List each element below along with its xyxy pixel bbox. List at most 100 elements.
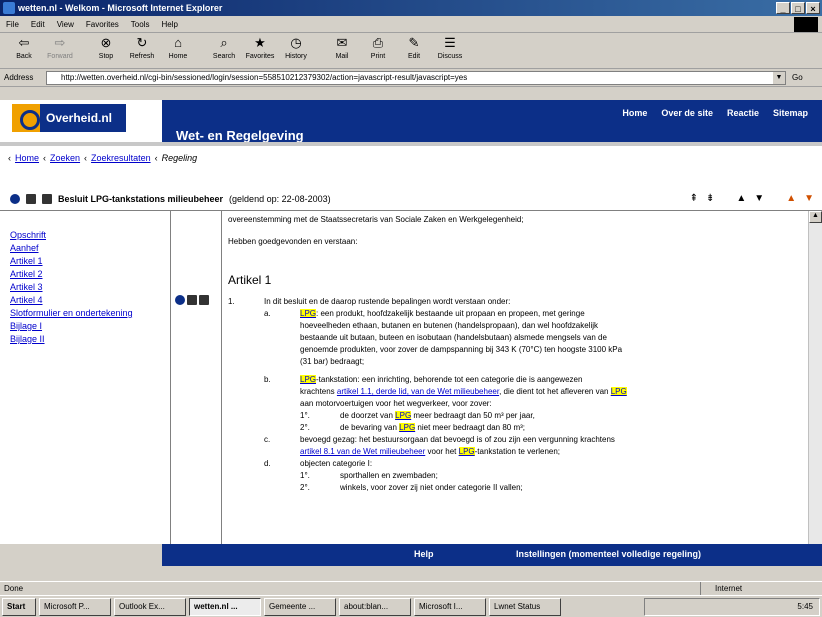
menu-favorites[interactable]: Favorites bbox=[86, 20, 119, 29]
breadcrumb-zoeken[interactable]: Zoeken bbox=[50, 153, 80, 163]
system-tray: 5:45 bbox=[644, 598, 820, 616]
toc-artikel-4[interactable]: Artikel 4 bbox=[10, 295, 160, 305]
toolbar-label: Discuss bbox=[437, 53, 463, 60]
lpg-link[interactable]: LPG bbox=[300, 375, 317, 384]
menu-edit[interactable]: Edit bbox=[31, 20, 45, 29]
taskbar-item[interactable]: about:blan... bbox=[339, 597, 411, 616]
back-button[interactable]: ⇦ Back bbox=[6, 33, 42, 67]
taskbar-item[interactable]: Microsoft P... bbox=[39, 597, 111, 616]
footer-bar: Help Instellingen (momenteel volledige r… bbox=[0, 544, 822, 566]
next-hit-icon[interactable]: ▼ bbox=[804, 193, 814, 204]
toolbar-label: Stop bbox=[98, 53, 114, 60]
stop-button[interactable]: ⊗ Stop bbox=[88, 33, 124, 67]
menu-help[interactable]: Help bbox=[161, 20, 177, 29]
page-content: Overheid.nl Home Over de site Reactie Si… bbox=[0, 88, 822, 581]
first-icon[interactable]: ⇞ bbox=[690, 193, 698, 204]
address-dropdown-icon[interactable]: ▼ bbox=[773, 72, 785, 84]
refresh-button[interactable]: ↻ Refresh bbox=[124, 33, 160, 67]
next-icon[interactable]: ▼ bbox=[754, 193, 764, 204]
favorites-icon: ★ bbox=[254, 35, 266, 50]
wet-milieubeheer-link[interactable]: artikel 1.1, derde lid, van de Wet milie… bbox=[337, 387, 499, 396]
ie-logo-icon bbox=[3, 2, 15, 14]
toolbar-label: Edit bbox=[407, 53, 421, 60]
toolbar-label: Forward bbox=[47, 53, 73, 60]
breadcrumb: ‹ Home ‹ Zoeken ‹ Zoekresultaten ‹ Regel… bbox=[8, 153, 198, 163]
taskbar-item[interactable]: Outlook Ex... bbox=[114, 597, 186, 616]
maximize-button[interactable]: □ bbox=[791, 2, 805, 14]
topnav-home[interactable]: Home bbox=[622, 108, 647, 118]
toolbar-label: Print bbox=[370, 53, 386, 60]
start-button[interactable]: Start bbox=[2, 597, 36, 616]
taskbar-item[interactable]: Gemeente ... bbox=[264, 597, 336, 616]
window-title: wetten.nl - Welkom - Microsoft Internet … bbox=[18, 3, 223, 13]
print-icon: ⎙ bbox=[372, 35, 384, 50]
article-info-icon[interactable] bbox=[175, 295, 185, 305]
lpg-link[interactable]: LPG bbox=[458, 447, 475, 456]
article-print-icon[interactable] bbox=[187, 295, 197, 305]
para-text: In dit besluit en de daarop rustende bep… bbox=[264, 297, 511, 306]
article-save-icon[interactable] bbox=[199, 295, 209, 305]
minimize-button[interactable]: _ bbox=[776, 2, 790, 14]
lpg-link[interactable]: LPG bbox=[300, 309, 317, 318]
taskbar-item[interactable]: wetten.nl ... bbox=[189, 597, 261, 616]
lpg-link[interactable]: LPG bbox=[610, 387, 627, 396]
toc-slotformulier[interactable]: Slotformulier en ondertekening bbox=[10, 308, 160, 318]
save-icon[interactable] bbox=[42, 194, 52, 204]
toc-bijlage-2[interactable]: Bijlage II bbox=[10, 334, 160, 344]
topnav-over-de-site[interactable]: Over de site bbox=[661, 108, 713, 118]
taskbar-item[interactable]: Lwnet Status bbox=[489, 597, 561, 616]
print-icon[interactable] bbox=[26, 194, 36, 204]
menu-view[interactable]: View bbox=[57, 20, 74, 29]
toc-artikel-2[interactable]: Artikel 2 bbox=[10, 269, 160, 279]
toc-bijlage-1[interactable]: Bijlage I bbox=[10, 321, 160, 331]
article-icons bbox=[175, 295, 209, 305]
stop-icon: ⊗ bbox=[100, 35, 112, 50]
close-button[interactable]: × bbox=[806, 2, 820, 14]
title-bar: wetten.nl - Welkom - Microsoft Internet … bbox=[0, 0, 822, 16]
site-logo[interactable]: Overheid.nl bbox=[12, 104, 126, 132]
toc-opschrift[interactable]: Opschrift bbox=[10, 230, 160, 240]
topnav-reactie[interactable]: Reactie bbox=[727, 108, 759, 118]
refresh-icon: ↻ bbox=[136, 35, 148, 50]
info-icon[interactable] bbox=[10, 194, 20, 204]
status-text: Done bbox=[4, 584, 24, 593]
toc-artikel-3[interactable]: Artikel 3 bbox=[10, 282, 160, 292]
favorites-button[interactable]: ★ Favorites bbox=[242, 33, 278, 67]
scroll-up-icon[interactable]: ▲ bbox=[809, 211, 822, 223]
edit-button[interactable]: ✎ Edit bbox=[396, 33, 432, 67]
print-button[interactable]: ⎙ Print bbox=[360, 33, 396, 67]
address-input[interactable]: http://wetten.overheid.nl/cgi-bin/sessio… bbox=[46, 71, 786, 85]
address-label: Address bbox=[4, 73, 34, 82]
artikel-8-1-link[interactable]: artikel 8.1 van de Wet milieubeheer bbox=[300, 447, 425, 456]
toolbar-label: Mail bbox=[335, 53, 349, 60]
last-icon[interactable]: ⇟ bbox=[706, 193, 714, 204]
breadcrumb-zoekresultaten[interactable]: Zoekresultaten bbox=[91, 153, 151, 163]
article-title: Artikel 1 bbox=[228, 273, 272, 287]
go-button[interactable]: Go bbox=[792, 73, 803, 82]
taskbar-item[interactable]: Microsoft I... bbox=[414, 597, 486, 616]
forward-button[interactable]: ⇨ Forward bbox=[42, 33, 78, 67]
lpg-link[interactable]: LPG bbox=[399, 423, 416, 432]
document-scrollbar[interactable]: ▲ ▼ bbox=[808, 211, 822, 581]
settings-link[interactable]: Instellingen (momenteel volledige regeli… bbox=[516, 549, 701, 559]
menu-file[interactable]: File bbox=[6, 20, 19, 29]
previous-icon[interactable]: ▲ bbox=[736, 193, 746, 204]
menu-tools[interactable]: Tools bbox=[131, 20, 150, 29]
toc-artikel-1[interactable]: Artikel 1 bbox=[10, 256, 160, 266]
discuss-button[interactable]: ☰ Discuss bbox=[432, 33, 468, 67]
overheid-logo-icon bbox=[12, 104, 40, 132]
edit-icon: ✎ bbox=[408, 35, 420, 50]
home-button[interactable]: ⌂ Home bbox=[160, 33, 196, 67]
search-button[interactable]: ⌕ Search bbox=[206, 33, 242, 67]
mail-button[interactable]: ✉ Mail bbox=[324, 33, 360, 67]
toc-aanhef[interactable]: Aanhef bbox=[10, 243, 160, 253]
toolbar-label: Search bbox=[212, 53, 236, 60]
help-link[interactable]: Help bbox=[414, 549, 434, 559]
previous-hit-icon[interactable]: ▲ bbox=[786, 193, 796, 204]
lpg-link[interactable]: LPG bbox=[395, 411, 412, 420]
intro-text: overeenstemming met de Staatssecretaris … bbox=[228, 215, 524, 224]
status-bar: Done Internet bbox=[0, 581, 822, 595]
breadcrumb-home[interactable]: Home bbox=[15, 153, 39, 163]
topnav-sitemap[interactable]: Sitemap bbox=[773, 108, 808, 118]
history-button[interactable]: ◷ History bbox=[278, 33, 314, 67]
